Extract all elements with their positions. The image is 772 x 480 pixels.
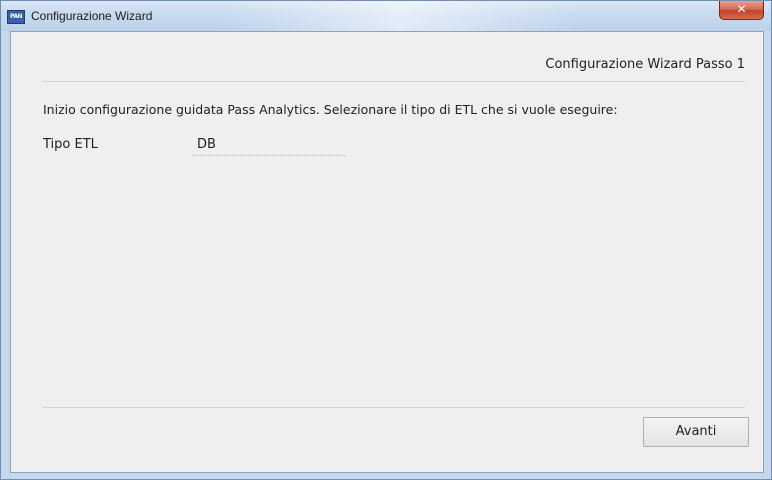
window-title: Configurazione Wizard: [31, 9, 153, 23]
app-icon: PAN: [7, 10, 25, 24]
etl-type-field[interactable]: DB: [193, 136, 345, 156]
next-button[interactable]: Avanti: [643, 417, 749, 447]
step-title: Configurazione Wizard Passo 1: [545, 57, 745, 72]
etl-type-label: Tipo ETL: [43, 137, 98, 152]
wizard-window: PAN Configurazione Wizard ✕ Configurazio…: [0, 0, 772, 480]
intro-text: Inizio configurazione guidata Pass Analy…: [43, 102, 618, 117]
header-divider: [43, 81, 745, 82]
footer-divider: [43, 407, 745, 408]
close-icon: ✕: [736, 2, 747, 16]
close-button[interactable]: ✕: [719, 1, 764, 20]
title-bar[interactable]: PAN Configurazione Wizard ✕: [1, 1, 771, 31]
wizard-content: Configurazione Wizard Passo 1 Inizio con…: [10, 31, 764, 473]
etl-type-value: DB: [197, 137, 216, 152]
